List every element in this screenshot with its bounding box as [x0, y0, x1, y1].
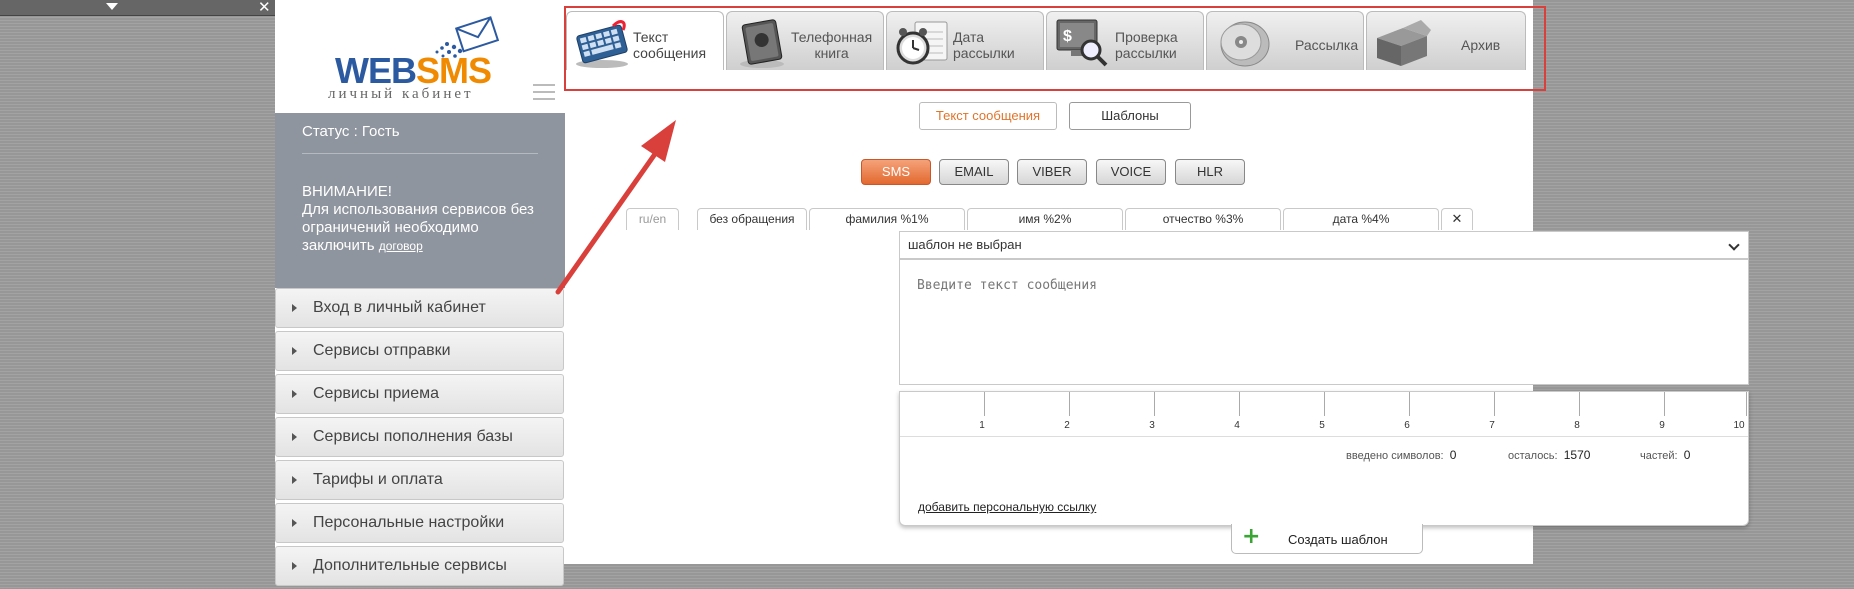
left-value: 1570	[1563, 448, 1591, 462]
window-topbar: ✕	[0, 0, 280, 16]
counter-panel: 1 2 3 4 5 6 7 8 9 10 введено символов: 0…	[899, 391, 1749, 526]
sidebar-item-label: Дополнительные сервисы	[313, 557, 507, 574]
ruler-tick	[1069, 392, 1070, 416]
add-personal-link[interactable]: добавить персональную ссылку	[918, 500, 1096, 514]
sidebar-item-base-services[interactable]: Сервисы пополнения базы	[275, 417, 564, 457]
ruler-label: 9	[1659, 420, 1665, 431]
dropdown-triangle-icon[interactable]	[106, 3, 118, 10]
chevron-down-icon	[1728, 239, 1740, 251]
sidebar-menu: Вход в личный кабинет Сервисы отправки С…	[275, 288, 565, 589]
sidebar: WEBSMS личный кабинет Статус : Гость ВНИ…	[275, 0, 565, 586]
caret-right-icon	[292, 519, 297, 527]
template-select[interactable]: шаблон не выбран	[899, 231, 1749, 259]
caret-right-icon	[292, 390, 297, 398]
create-template-button[interactable]: + Создать шаблон	[1231, 524, 1423, 554]
ruler-tick	[1409, 392, 1410, 416]
brand-subtitle: личный кабинет	[328, 86, 474, 102]
sidebar-item-label: Сервисы приема	[313, 385, 440, 402]
ptab-no-greeting[interactable]: без обращения	[697, 208, 807, 230]
ptab-name[interactable]: имя %2%	[967, 208, 1123, 230]
channel-hlr-button[interactable]: HLR	[1175, 159, 1245, 185]
sidebar-item-label: Вход в личный кабинет	[313, 299, 486, 316]
sidebar-item-tariffs[interactable]: Тарифы и оплата	[275, 460, 564, 500]
ruler-tick	[1664, 392, 1665, 416]
ruler-tick	[1154, 392, 1155, 416]
sidebar-item-settings[interactable]: Персональные настройки	[275, 503, 564, 543]
ruler-tick	[1579, 392, 1580, 416]
ptab-close-icon[interactable]: ✕	[1441, 208, 1473, 230]
hamburger-menu-icon[interactable]	[533, 84, 555, 105]
warning-title: ВНИМАНИЕ!	[302, 183, 392, 200]
entered-value: 0	[1449, 448, 1457, 462]
brand-sms: SMS	[416, 50, 492, 91]
sidebar-item-label: Сервисы отправки	[313, 342, 451, 359]
ruler-tick	[984, 392, 985, 416]
caret-right-icon	[292, 304, 297, 312]
message-textarea[interactable]: Введите текст сообщения	[899, 259, 1749, 385]
subtab-message-text[interactable]: Текст сообщения	[919, 102, 1057, 130]
ruler-label: 2	[1064, 420, 1070, 431]
parts-label: частей:	[1640, 450, 1678, 462]
entered-counter: введено символов: 0	[1346, 448, 1456, 462]
sidebar-item-additional[interactable]: Дополнительные сервисы	[275, 546, 564, 586]
plus-icon: +	[1242, 524, 1261, 549]
left-counter: осталось: 1570	[1508, 448, 1590, 462]
sidebar-item-label: Персональные настройки	[313, 514, 505, 531]
ruler-label: 5	[1319, 420, 1325, 431]
caret-right-icon	[292, 433, 297, 441]
ruler-label: 8	[1574, 420, 1580, 431]
ruler-label: 10	[1733, 420, 1745, 431]
sms-ruler: 1 2 3 4 5 6 7 8 9 10	[900, 392, 1748, 437]
caret-right-icon	[292, 476, 297, 484]
sidebar-item-receive-services[interactable]: Сервисы приема	[275, 374, 564, 414]
ptab-patronymic[interactable]: отчество %3%	[1125, 208, 1281, 230]
personalization-tabs: ru/en без обращения фамилия %1% имя %2% …	[275, 208, 1533, 230]
ruler-tick	[1239, 392, 1240, 416]
left-label: осталось:	[1508, 450, 1558, 462]
sidebar-item-send-services[interactable]: Сервисы отправки	[275, 331, 564, 371]
sidebar-item-login[interactable]: Вход в личный кабинет	[275, 288, 564, 328]
status-panel: Статус : Гость ВНИМАНИЕ! Для использован…	[275, 113, 565, 288]
subtab-templates[interactable]: Шаблоны	[1069, 102, 1191, 130]
channel-voice-button[interactable]: VOICE	[1096, 159, 1166, 185]
ruler-label: 1	[979, 420, 985, 431]
template-select-value: шаблон не выбран	[908, 237, 1022, 252]
sidebar-item-label: Сервисы пополнения базы	[313, 428, 513, 445]
brand-web: WEB	[335, 50, 417, 91]
channel-viber-button[interactable]: VIBER	[1017, 159, 1087, 185]
ruler-label: 6	[1404, 420, 1410, 431]
message-placeholder: Введите текст сообщения	[917, 278, 1098, 293]
tabs-highlight-box	[564, 6, 1546, 91]
lang-toggle[interactable]: ru/en	[626, 208, 679, 230]
logo[interactable]: WEBSMS личный кабинет	[275, 0, 565, 113]
contract-link[interactable]: договор	[379, 239, 423, 253]
close-icon[interactable]: ✕	[258, 0, 271, 16]
ruler-label: 7	[1489, 420, 1495, 431]
channel-email-button[interactable]: EMAIL	[939, 159, 1009, 185]
ruler-label: 4	[1234, 420, 1240, 431]
ruler-tick	[1324, 392, 1325, 416]
entered-label: введено символов:	[1346, 450, 1444, 462]
ruler-tick	[1494, 392, 1495, 416]
status-text: Статус : Гость	[302, 123, 400, 140]
ptab-date[interactable]: дата %4%	[1283, 208, 1439, 230]
ruler-tick	[1746, 392, 1747, 416]
channel-sms-button[interactable]: SMS	[861, 159, 931, 185]
parts-value: 0	[1683, 448, 1691, 462]
caret-right-icon	[292, 347, 297, 355]
caret-right-icon	[292, 562, 297, 570]
create-template-label: Создать шаблон	[1288, 532, 1388, 547]
sidebar-item-label: Тарифы и оплата	[313, 471, 443, 488]
ptab-surname[interactable]: фамилия %1%	[809, 208, 965, 230]
status-divider	[302, 153, 538, 154]
ruler-label: 3	[1149, 420, 1155, 431]
parts-counter: частей: 0	[1640, 448, 1690, 462]
